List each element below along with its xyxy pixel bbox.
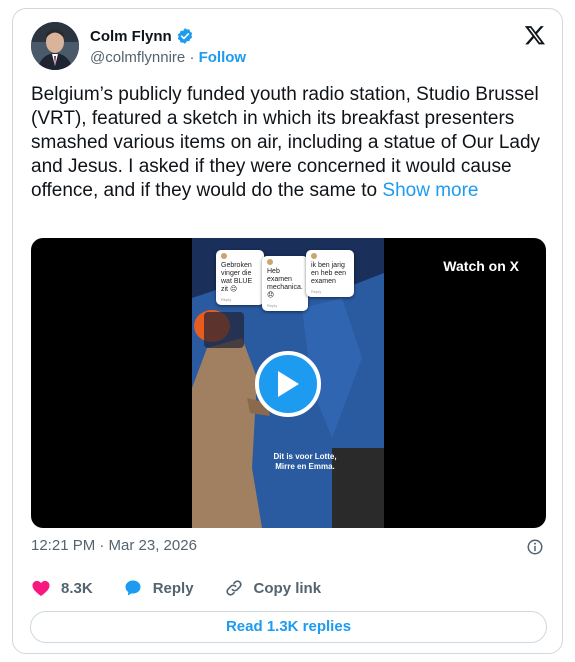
reply-label: Reply [152,579,194,597]
overlay-card-foot: Reply [221,297,232,302]
verified-badge-icon [177,28,192,44]
overlay-card-head [267,259,303,265]
author-handle[interactable]: @colmflynnire [90,49,185,66]
post-timestamp[interactable]: 12:21 PM · Mar 23, 2026 [31,537,197,554]
separator-dot: · [189,49,195,66]
overlay-card-text: ik ben jarig en heb een examen [311,262,347,285]
author-name-row: Colm Flynn [90,27,194,45]
video-subtitle: Dit is voor Lotte, Mirre en Emma. [273,452,337,471]
reply-bubble-icon [125,580,141,596]
follow-link[interactable]: Follow [199,49,247,66]
overlay-card-foot: Reply [311,289,322,294]
reply-button[interactable]: Reply [123,578,194,598]
video-player[interactable]: Gebroken vinger die wat BLUE zit 😔 Reply… [31,238,546,528]
heart-icon [32,580,50,596]
watch-on-x-button[interactable]: Watch on X [427,250,535,282]
author-handle-row: @colmflynnire · Follow [90,49,246,66]
overlay-card-head [311,253,349,259]
post-text: Belgium’s publicly funded youth radio st… [31,83,541,203]
post-card: Colm Flynn @colmflynnire · Follow Belgiu… [12,8,563,654]
like-count: 8.3K [61,579,93,597]
overlay-card: Heb examen mechanica. 😞 Reply [262,256,308,311]
read-replies-button[interactable]: Read 1.3K replies [30,611,547,643]
x-logo-icon[interactable] [524,24,546,46]
action-bar: 8.3K Reply Copy link [31,578,351,598]
show-more-link[interactable]: Show more [382,180,478,201]
avatar[interactable] [31,22,79,70]
avatar-photo [31,22,79,70]
copy-link-label: Copy link [253,579,322,597]
overlay-card: ik ben jarig en heb een examen Reply [306,250,354,297]
play-button[interactable] [255,351,321,417]
info-icon[interactable] [526,538,544,556]
link-icon [225,580,242,596]
overlay-card-text: Gebroken vinger die wat BLUE zit 😔 [221,262,253,293]
like-button[interactable]: 8.3K [31,578,93,598]
overlay-card-foot: Reply [267,303,278,308]
overlay-card-text: Heb examen mechanica. 😞 [267,268,303,299]
author-name[interactable]: Colm Flynn [90,28,172,45]
play-icon [278,371,299,397]
overlay-card: Gebroken vinger die wat BLUE zit 😔 Reply [216,250,264,305]
overlay-card-head [221,253,259,259]
copy-link-button[interactable]: Copy link [224,578,322,598]
